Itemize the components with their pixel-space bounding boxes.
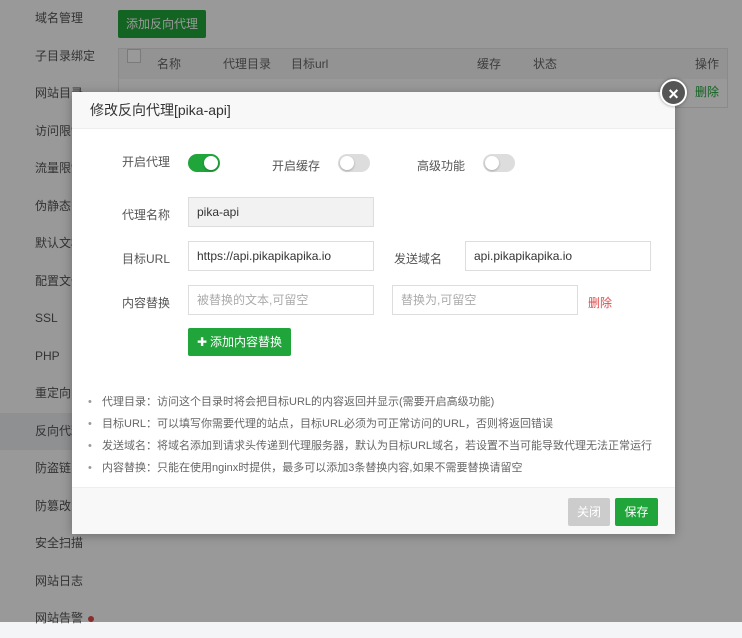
cache-toggle[interactable] xyxy=(338,154,370,172)
send-domain-input[interactable] xyxy=(465,241,651,271)
delete-replacement-link[interactable]: 删除 xyxy=(588,294,612,311)
add-content-replace-label: 添加内容替换 xyxy=(210,335,283,349)
toggle-label-advanced: 高级功能 xyxy=(416,159,465,173)
save-button[interactable]: 保存 xyxy=(615,498,658,526)
dialog-title: 修改反向代理[pika-api] xyxy=(72,92,675,129)
replace-to-input[interactable] xyxy=(392,285,578,315)
toggle-knob xyxy=(204,156,218,170)
send-domain-label: 发送域名 xyxy=(393,252,442,266)
plus-icon: ✚ xyxy=(196,335,208,349)
proxy-name-field xyxy=(188,197,374,227)
help-note: 目标URL：可以填写你需要代理的站点，目标URL必须为可正常访问的URL，否则将… xyxy=(88,413,668,435)
toggle-knob xyxy=(485,156,499,170)
target-url-label: 目标URL xyxy=(121,252,170,266)
toggle-label-cache: 开启缓存 xyxy=(271,159,320,173)
help-notes: 代理目录：访问这个目录时将会把目标URL的内容返回并显示(需要开启高级功能) 目… xyxy=(88,391,668,479)
content-replace-label: 内容替换 xyxy=(121,296,170,310)
close-icon[interactable]: × xyxy=(660,79,687,106)
edit-reverse-proxy-dialog: 修改反向代理[pika-api] 开启代理 开启缓存 高级功能 代理名称 目标U… xyxy=(72,92,675,534)
target-url-input[interactable] xyxy=(188,241,374,271)
advanced-toggle[interactable] xyxy=(483,154,515,172)
dialog-footer: 关闭 保存 xyxy=(72,487,675,534)
add-content-replace-button[interactable]: ✚ 添加内容替换 xyxy=(188,328,291,356)
proxy-name-label: 代理名称 xyxy=(121,208,170,222)
help-note: 内容替换：只能在使用nginx时提供，最多可以添加3条替换内容,如果不需要替换请… xyxy=(88,457,668,479)
close-button[interactable]: 关闭 xyxy=(568,498,610,526)
toggle-label-proxy: 开启代理 xyxy=(121,155,170,169)
toggle-knob xyxy=(340,156,354,170)
help-note: 发送域名：将域名添加到请求头传递到代理服务器，默认为目标URL域名，若设置不当可… xyxy=(88,435,668,457)
replace-from-input[interactable] xyxy=(188,285,374,315)
help-note: 代理目录：访问这个目录时将会把目标URL的内容返回并显示(需要开启高级功能) xyxy=(88,391,668,413)
proxy-toggle[interactable] xyxy=(188,154,220,172)
